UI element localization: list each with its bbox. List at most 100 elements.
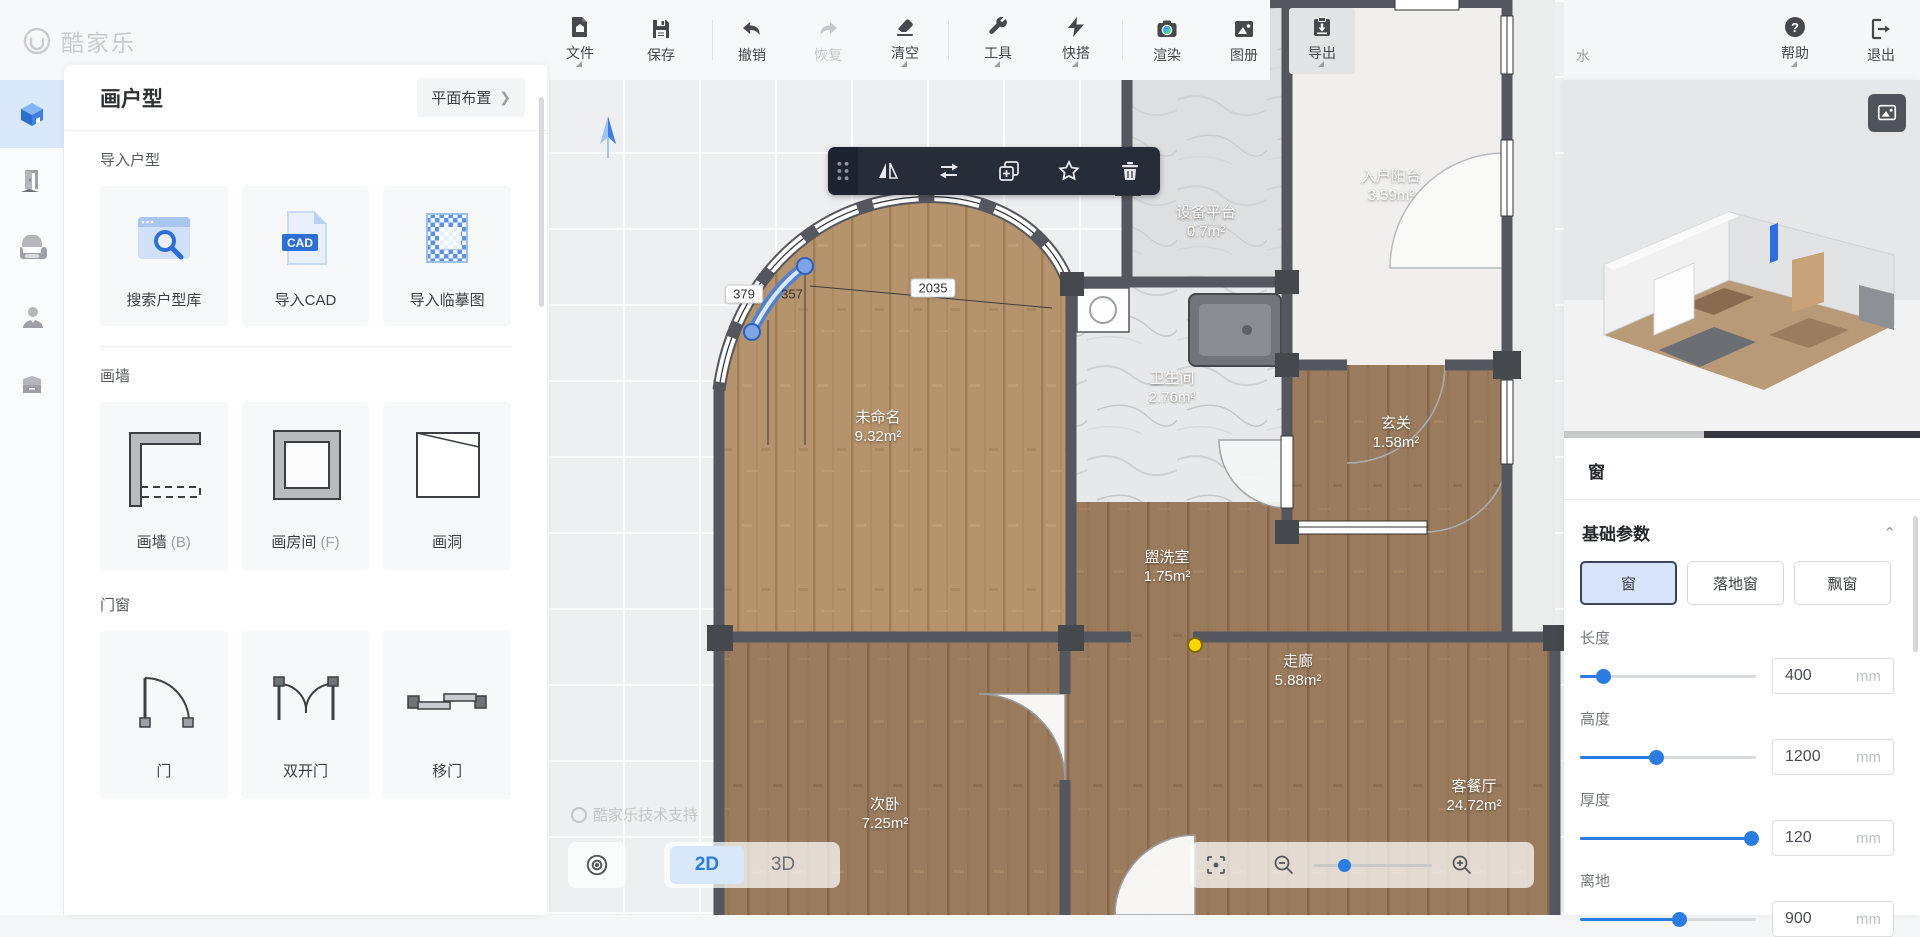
- exit-button[interactable]: 退出: [1848, 8, 1914, 74]
- mirror-icon[interactable]: [858, 147, 918, 195]
- tools-button[interactable]: 工具: [965, 8, 1031, 74]
- card-draw-opening[interactable]: 画洞: [383, 402, 511, 570]
- tab-floor-window[interactable]: 落地窗: [1687, 561, 1784, 605]
- rail-door-window-tool[interactable]: [0, 148, 64, 216]
- tab-window[interactable]: 窗: [1580, 561, 1677, 605]
- favorite-icon[interactable]: [1039, 147, 1099, 195]
- card-search-floorplan-library[interactable]: 搜索户型库: [100, 186, 228, 326]
- tab-bay-window[interactable]: 飘窗: [1794, 561, 1891, 605]
- card-double-door[interactable]: 双开门: [242, 631, 370, 799]
- door-icon: [17, 167, 47, 197]
- param-height: 高度 1200 mm: [1564, 694, 1920, 775]
- room-icon: [258, 402, 354, 531]
- floorplan-drawing: [547, 0, 1564, 915]
- file-button[interactable]: 文件: [547, 8, 613, 74]
- drag-handle-icon[interactable]: [828, 147, 858, 195]
- elevation-slider[interactable]: [1580, 918, 1756, 921]
- logo-icon: [22, 26, 52, 56]
- sliding-door-icon: [402, 631, 492, 760]
- section-label: 导入户型: [100, 149, 511, 170]
- param-thickness: 厚度 120 mm: [1564, 775, 1920, 856]
- card-import-cad[interactable]: CAD 导入CAD: [242, 186, 370, 326]
- 3d-preview-model: [1564, 80, 1920, 438]
- redo-button[interactable]: 恢复: [795, 8, 861, 74]
- render-button[interactable]: 渲染: [1134, 8, 1200, 74]
- selected-object-title: 窗: [1564, 438, 1920, 500]
- thickness-input[interactable]: 120 mm: [1772, 820, 1894, 856]
- zoom-controls: [1190, 842, 1534, 888]
- save-button[interactable]: 保存: [628, 8, 694, 74]
- clear-button[interactable]: 清空: [872, 8, 938, 74]
- trace-image-icon: [417, 186, 477, 289]
- toggle-3d[interactable]: 3D: [746, 846, 820, 884]
- card-import-trace-image[interactable]: 导入临摹图: [383, 186, 511, 326]
- rail-people-tool[interactable]: [0, 284, 64, 352]
- length-input[interactable]: 400 mm: [1772, 658, 1894, 694]
- length-slider[interactable]: [1580, 675, 1756, 678]
- elevation-input[interactable]: 900 mm: [1772, 901, 1894, 937]
- single-door-icon: [119, 631, 209, 760]
- preview-scrollbar-thumb[interactable]: [1704, 431, 1920, 438]
- delete-icon[interactable]: [1100, 147, 1160, 195]
- dimension-label[interactable]: 379: [725, 285, 763, 304]
- app-logo[interactable]: 酷家乐: [22, 24, 136, 58]
- fit-view-icon[interactable]: [1204, 853, 1228, 877]
- panel-scrollbar[interactable]: [539, 97, 544, 307]
- double-door-icon: [261, 631, 351, 760]
- thickness-slider[interactable]: [1580, 837, 1756, 840]
- panel-title: 画户型: [100, 83, 163, 113]
- export-button[interactable]: 导出: [1289, 8, 1355, 74]
- zoom-out-icon[interactable]: [1272, 853, 1296, 877]
- rail-floorplan-tool[interactable]: [0, 80, 64, 148]
- chevron-up-icon[interactable]: ⌃: [1883, 524, 1896, 542]
- toolbar-separator: [948, 20, 949, 60]
- basic-params-header[interactable]: 基础参数 ⌃: [1564, 500, 1920, 559]
- param-elevation: 离地 900 mm: [1564, 856, 1920, 937]
- toggle-2d[interactable]: 2D: [670, 846, 744, 884]
- card-single-door[interactable]: 门: [100, 631, 228, 799]
- selection-point: [1188, 638, 1202, 652]
- card-sliding-door[interactable]: 移门: [383, 631, 511, 799]
- svg-text:CAD: CAD: [287, 236, 313, 250]
- sofa-icon: [17, 235, 47, 265]
- search-library-icon: [132, 186, 196, 289]
- rail-cabinet-tool[interactable]: [0, 352, 64, 420]
- zoom-slider[interactable]: [1314, 864, 1432, 867]
- undo-button[interactable]: 撤销: [719, 8, 785, 74]
- section-import-floorplan: 导入户型 搜索户型库: [64, 131, 547, 332]
- floorplan-canvas[interactable]: 未命名9.32m²卫生间2.76m²设备平台0.7m²入户阳台3.59m²玄关1…: [547, 0, 1564, 915]
- snapshot-icon[interactable]: [1868, 94, 1906, 132]
- 3d-preview[interactable]: [1564, 80, 1920, 438]
- wall-icon: [116, 402, 212, 531]
- object-toolbar[interactable]: [828, 147, 1160, 195]
- card-draw-room[interactable]: 画房间 (F): [242, 402, 370, 570]
- visibility-button[interactable]: [568, 842, 626, 888]
- duplicate-icon[interactable]: [979, 147, 1039, 195]
- north-arrow-icon: [600, 116, 616, 158]
- dimension-label[interactable]: 357: [781, 287, 803, 302]
- zoom-in-icon[interactable]: [1450, 853, 1474, 877]
- draw-floorplan-panel: 画户型 平面布置 ❯ 导入户型 搜索户型库: [64, 65, 547, 915]
- rail-furniture-tool[interactable]: [0, 216, 64, 284]
- height-input[interactable]: 1200 mm: [1772, 739, 1894, 775]
- svg-text:?: ?: [1791, 20, 1799, 35]
- dimension-label[interactable]: 2035: [911, 279, 956, 298]
- section-doors-windows: 门窗 门: [64, 576, 547, 805]
- inspector-scrollbar[interactable]: [1913, 516, 1918, 652]
- person-icon: [17, 303, 47, 333]
- preview-scrollbar-track[interactable]: [1564, 431, 1704, 438]
- watermark-logo-icon: [571, 807, 587, 823]
- height-slider[interactable]: [1580, 756, 1756, 759]
- album-button[interactable]: 图册: [1211, 8, 1277, 74]
- layout-mode-button[interactable]: 平面布置 ❯: [417, 78, 525, 117]
- swap-icon[interactable]: [918, 147, 978, 195]
- chevron-right-icon: ❯: [499, 89, 511, 106]
- zoom-slider-handle[interactable]: [1338, 859, 1351, 872]
- quick-build-button[interactable]: 快搭: [1043, 8, 1109, 74]
- card-draw-wall[interactable]: 画墙 (B): [100, 402, 228, 570]
- watermark: 酷家乐技术支持: [571, 804, 698, 825]
- floorplan-cube-icon: [17, 99, 47, 129]
- section-label: 门窗: [100, 594, 511, 615]
- help-button[interactable]: ? 帮助: [1762, 8, 1828, 74]
- section-draw-wall: 画墙 画墙 (B) 画房间 (F): [64, 347, 547, 576]
